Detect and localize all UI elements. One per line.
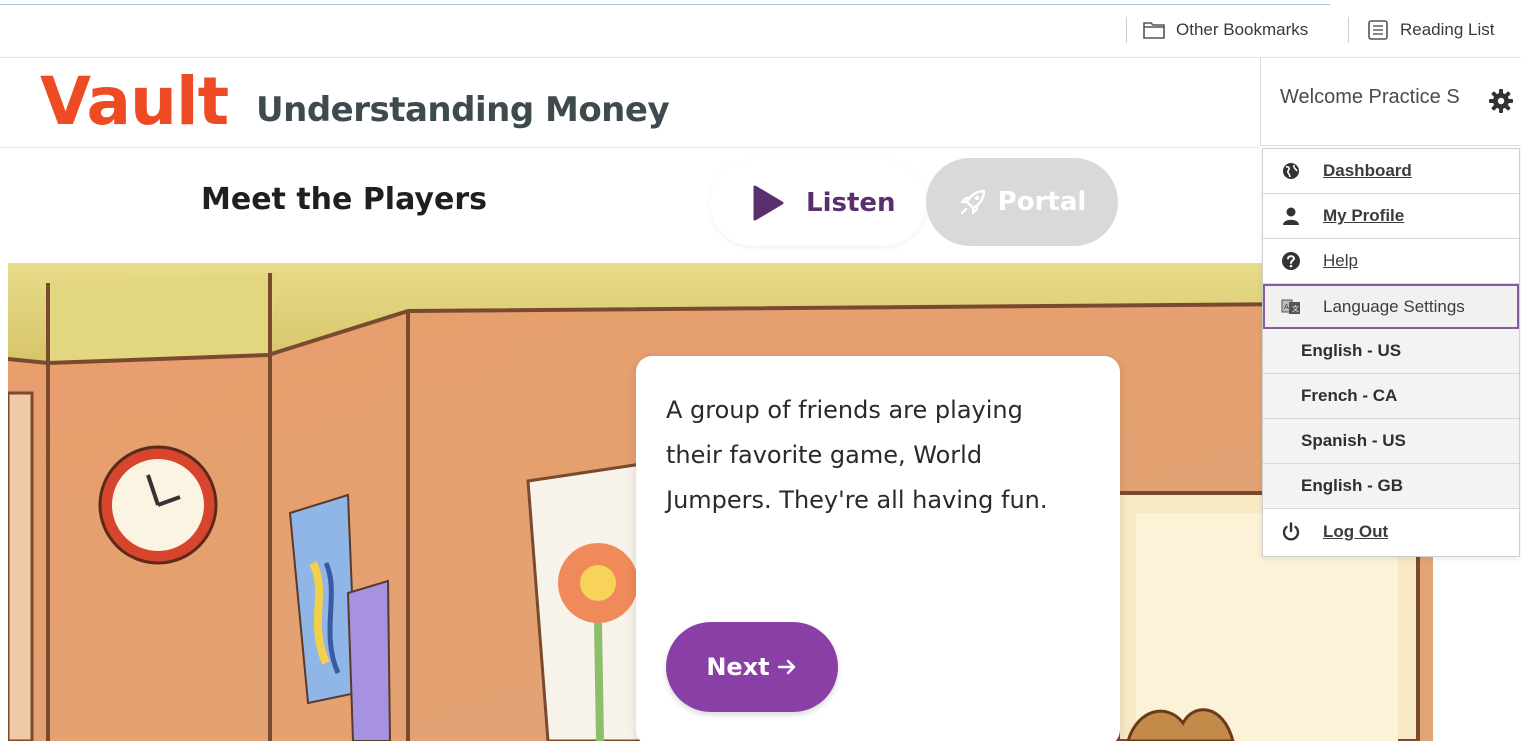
course-title: Understanding Money [256,90,670,130]
portal-label: Portal [997,187,1087,217]
menu-item-dashboard[interactable]: Dashboard [1263,149,1519,194]
language-option-label: English - GB [1301,476,1403,495]
rocket-icon [960,189,985,215]
address-bar-underline [0,4,1330,5]
listen-label: Listen [806,188,896,218]
log-out-label: Log Out [1323,521,1389,541]
arrow-right-icon [777,659,795,675]
other-bookmarks-button[interactable]: Other Bookmarks [1142,18,1308,42]
bookmark-separator [1348,17,1349,43]
language-option-label: English - US [1301,341,1402,360]
reading-list-label: Reading List [1400,20,1495,39]
other-bookmarks-label: Other Bookmarks [1176,20,1309,39]
menu-item-log-out[interactable]: Log Out [1263,509,1519,554]
dashboard-label: Dashboard [1323,161,1412,180]
language-settings-label: Language Settings [1323,296,1465,316]
bookmarks-bar: Other Bookmarks Reading List [0,0,1521,58]
question-circle-icon [1282,252,1300,270]
next-button[interactable]: Next [666,622,838,712]
portal-button[interactable]: Portal [926,158,1118,246]
language-option[interactable]: French - CA [1263,374,1519,419]
svg-text:文: 文 [1292,304,1299,313]
menu-item-help[interactable]: Help [1263,239,1519,284]
translate-icon: A 文 [1281,299,1300,314]
menu-item-my-profile[interactable]: My Profile [1263,194,1519,239]
listen-button[interactable]: Listen [710,160,926,246]
my-profile-label: My Profile [1323,206,1405,225]
language-option-label: Spanish - US [1301,431,1406,450]
vault-logo[interactable]: Vault [40,62,229,142]
user-icon [1283,207,1299,225]
language-option[interactable]: English - US [1263,329,1519,374]
power-icon [1282,521,1300,541]
activity-title: Meet the Players [201,182,487,217]
language-option[interactable]: English - GB [1263,464,1519,509]
activity-header: Meet the Players Listen Portal [0,148,1260,263]
narration-card: A group of friends are playing their fav… [636,356,1120,741]
reading-list-button[interactable]: Reading List [1366,18,1495,42]
app-header: Vault Understanding Money [0,58,1260,148]
user-dropdown-menu: Dashboard My Profile Help A 文 Language S… [1262,148,1520,557]
folder-icon [1143,22,1165,39]
reading-list-icon [1368,20,1388,40]
bookmark-separator [1126,17,1127,43]
language-option[interactable]: Spanish - US [1263,419,1519,464]
language-option-label: French - CA [1301,386,1398,405]
welcome-message: Welcome Practice S [1280,86,1460,108]
svg-text:A: A [1284,303,1289,311]
narration-text: A group of friends are playing their fav… [666,396,1048,514]
gear-icon[interactable] [1488,88,1514,114]
next-label: Next [706,653,770,681]
play-icon [753,185,784,221]
user-menu-toggle[interactable]: Welcome Practice S [1260,58,1521,146]
help-label: Help [1323,251,1358,270]
globe-icon [1283,163,1299,179]
menu-item-language-settings[interactable]: A 文 Language Settings [1263,284,1519,329]
